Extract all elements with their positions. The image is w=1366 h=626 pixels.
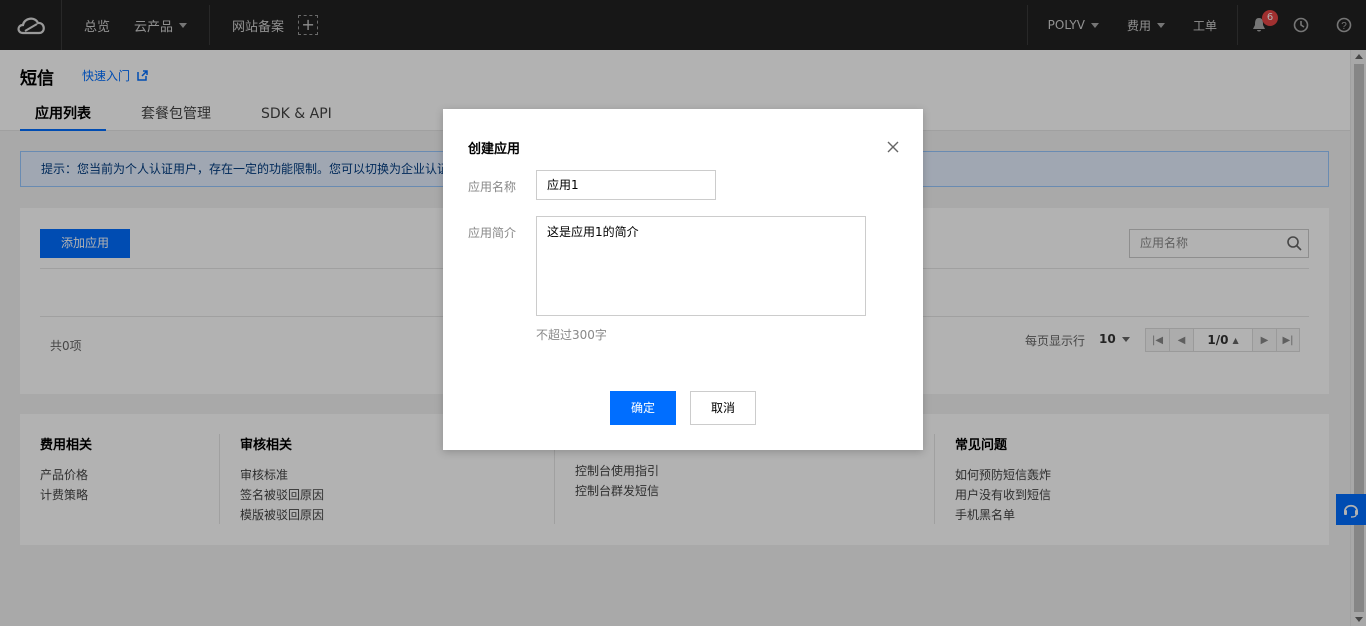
app-description-label: 应用简介 xyxy=(468,226,517,240)
app-name-input[interactable]: 应用1 xyxy=(536,170,716,200)
confirm-button[interactable]: 确定 xyxy=(610,391,676,425)
description-hint: 不超过300字 xyxy=(536,328,607,342)
app-description-textarea[interactable]: 这是应用1的简介 xyxy=(536,216,866,316)
app-name-label: 应用名称 xyxy=(468,180,517,194)
dialog-title: 创建应用 xyxy=(468,142,521,157)
close-icon[interactable] xyxy=(886,140,900,154)
cancel-button[interactable]: 取消 xyxy=(690,391,756,425)
create-app-dialog: 创建应用 应用名称 应用1 应用简介 这是应用1的简介 不超过300字 确定 取… xyxy=(443,109,923,450)
